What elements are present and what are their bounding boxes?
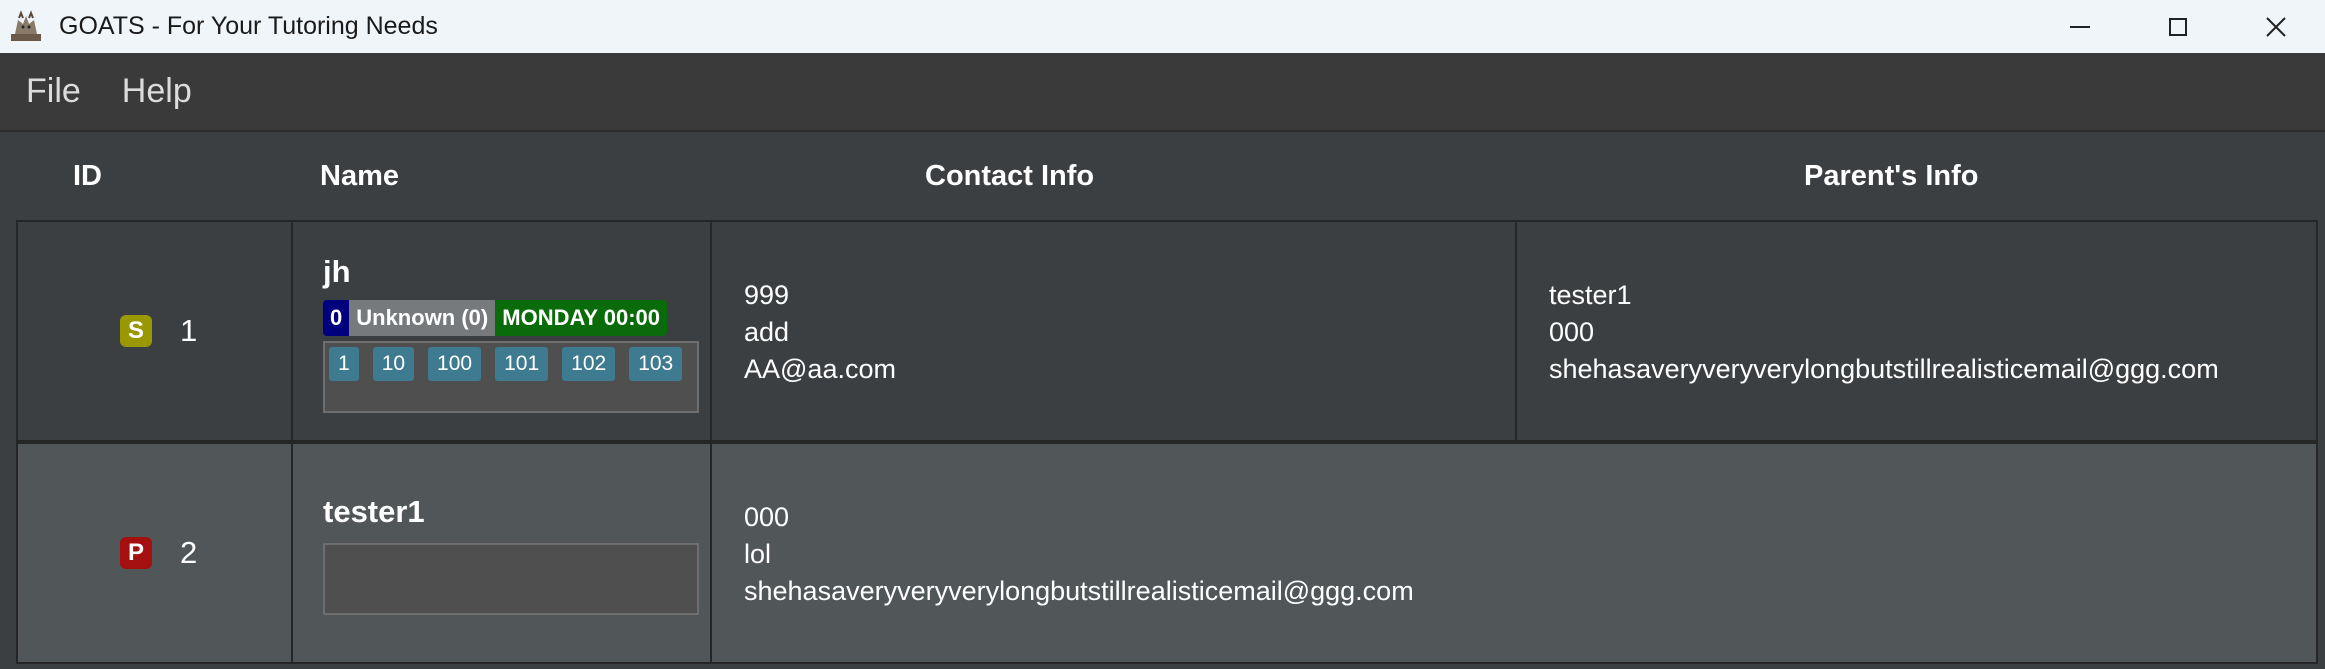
person-name: jh [323,254,351,289]
minimize-button[interactable] [2031,0,2129,53]
maximize-icon [2169,17,2187,36]
row-id: 1 [180,313,198,348]
window-title: GOATS - For Your Tutoring Needs [59,12,438,40]
header-id: ID [73,159,102,192]
tag: 102 [562,347,616,381]
tag: 103 [629,347,683,381]
name-cell: tester1 [291,444,710,662]
parent-phone: 000 [1549,317,1595,347]
title-bar: GOATS - For Your Tutoring Needs [0,0,2325,53]
id-cell: P 2 [18,444,291,662]
goat-icon [11,9,41,41]
header-name: Name [320,159,399,192]
contact-cell: 999 add AA@aa.com [710,222,1515,440]
status-badge: Unknown (0) [349,300,496,336]
parent-info: tester1 000 shehasaveryveryverylongbutst… [1549,277,2219,388]
header-contact: Contact Info [925,159,1095,192]
id-cell: S 1 [18,222,291,440]
table-row[interactable]: S 1 jh 0 Unknown (0) MONDAY 00:00 1 10 1… [16,220,2318,442]
menu-bar: File Help [0,53,2325,132]
contact-info: 999 add AA@aa.com [744,277,896,388]
address: lol [744,539,772,569]
close-icon [2266,16,2286,37]
parent-name: tester1 [1549,280,1632,310]
menu-file[interactable]: File [26,72,81,111]
close-button[interactable] [2227,0,2325,53]
count-badge: 0 [323,300,350,336]
table-header: ID Name Contact Info Parent's Info [0,132,2325,220]
table-row[interactable]: P 2 tester1 000 lol shehasaveryveryveryl… [16,442,2318,664]
student-badge: S [120,315,152,347]
tag-box: 1 10 100 101 102 103 [323,341,699,413]
contact-cell: 000 lol shehasaveryveryverylongbutstillr… [710,444,2316,662]
minimize-icon [2070,25,2090,28]
tag: 101 [495,347,549,381]
maximize-button[interactable] [2129,0,2227,53]
phone: 000 [744,502,790,532]
menu-help[interactable]: Help [122,72,192,111]
parent-email: shehasaveryveryverylongbutstillrealistic… [1549,354,2219,384]
tag-box [323,543,699,615]
email: AA@aa.com [744,354,896,384]
status-flags: 0 Unknown (0) MONDAY 00:00 [323,300,667,336]
header-parent: Parent's Info [1804,159,1979,192]
row-id: 2 [180,535,198,570]
phone: 999 [744,280,790,310]
tag: 100 [428,347,482,381]
tag: 1 [329,347,359,381]
schedule-badge: MONDAY 00:00 [495,300,667,336]
name-cell: jh 0 Unknown (0) MONDAY 00:00 1 10 100 1… [291,222,710,440]
email: shehasaveryveryverylongbutstillrealistic… [744,576,1414,606]
contact-info: 000 lol shehasaveryveryverylongbutstillr… [744,499,1414,610]
address: add [744,317,790,347]
parent-badge: P [120,537,152,569]
tag: 10 [372,347,415,381]
person-name: tester1 [323,494,425,529]
parent-cell: tester1 000 shehasaveryveryverylongbutst… [1515,222,2316,440]
